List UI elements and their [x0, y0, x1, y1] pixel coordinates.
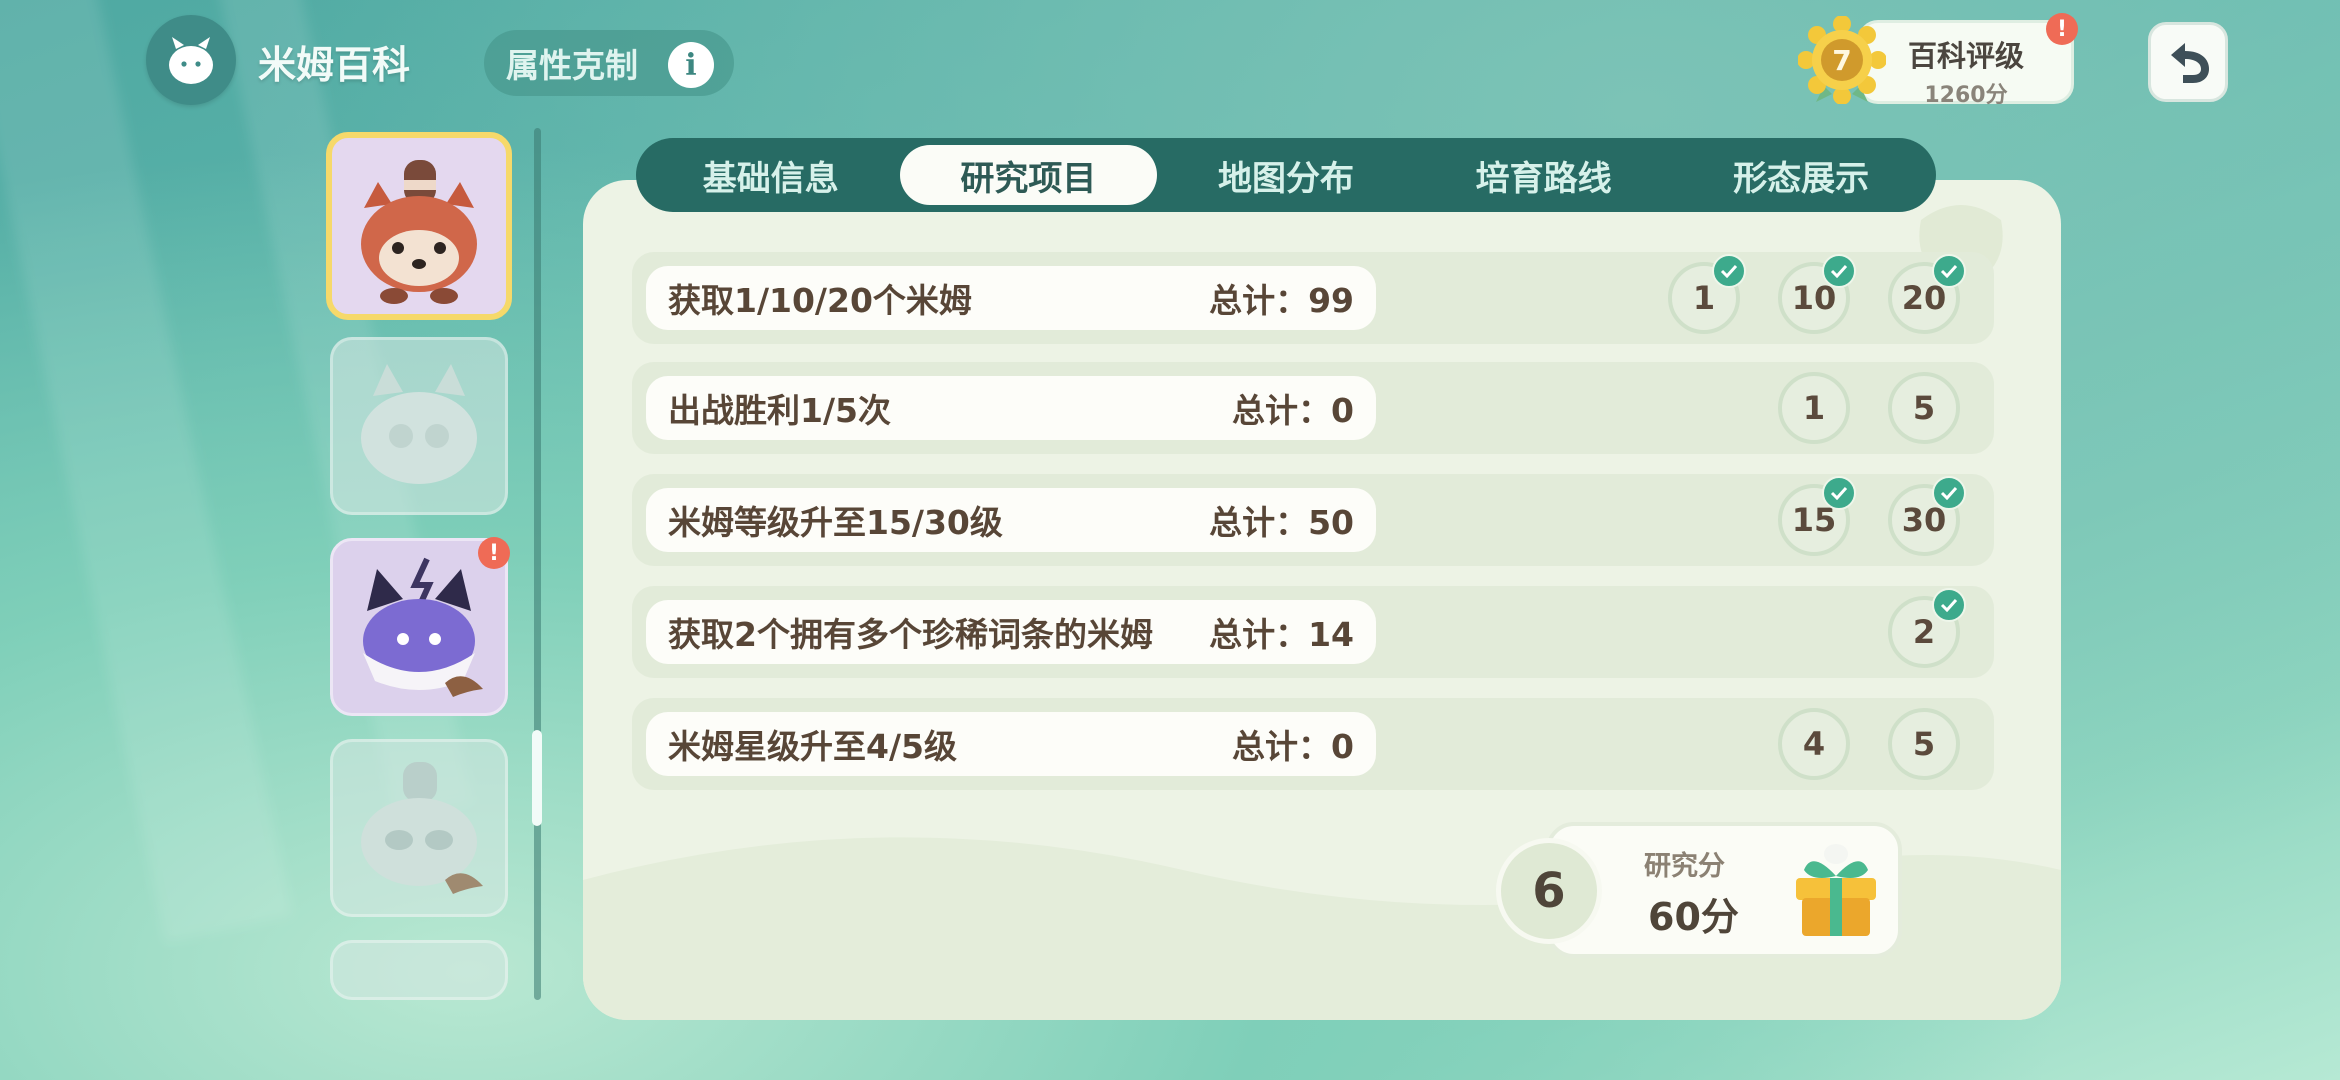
creature-list-scrollbar[interactable]	[534, 128, 541, 1000]
research-row: 出战胜利1/5次 总计：0 1 5	[632, 362, 1994, 454]
research-row: 获取2个拥有多个珍稀词条的米姆 总计：14 2	[632, 586, 1994, 678]
encyclopedia-rank-button[interactable]: 百科评级 1260分	[1858, 20, 2074, 108]
research-level-badge: 6	[1496, 838, 1602, 944]
research-points-label: 研究分	[1644, 851, 1725, 882]
creature-card-locked[interactable]	[330, 940, 508, 1000]
research-label: 米姆等级升至15/30级 总计：50	[646, 488, 1376, 552]
task-text: 米姆星级升至4/5级	[668, 727, 957, 766]
creature-card-locked[interactable]	[330, 739, 508, 917]
raccoon-creature-silhouette-icon	[361, 762, 483, 894]
task-text: 米姆等级升至15/30级	[668, 503, 1003, 542]
milestone-badge[interactable]: 30	[1888, 476, 1966, 556]
red-panda-creature-icon	[361, 160, 477, 304]
tab-research[interactable]: 研究项目	[899, 145, 1158, 205]
rank-medal-icon: 7	[1797, 15, 1887, 105]
tab-basic-info[interactable]: 基础信息	[642, 145, 900, 205]
creature-card-purple[interactable]	[330, 538, 508, 716]
task-total: 总计：99	[1209, 281, 1354, 320]
rank-alert-badge: !	[2046, 13, 2078, 45]
research-label: 米姆星级升至4/5级 总计：0	[646, 712, 1376, 776]
type-chart-button[interactable]: 属性克制 i	[484, 30, 734, 96]
milestone-badge[interactable]: 5	[1888, 708, 1960, 780]
page-title: 米姆百科	[258, 43, 411, 87]
research-label: 获取1/10/20个米姆 总计：99	[646, 266, 1376, 330]
task-text: 出战胜利1/5次	[668, 391, 891, 430]
scrollbar-thumb[interactable]	[532, 730, 542, 826]
check-icon	[1932, 476, 1966, 510]
tab-form-display[interactable]: 形态展示	[1672, 145, 1930, 205]
task-total: 总计：0	[1232, 727, 1354, 766]
research-row: 米姆等级升至15/30级 总计：50 15 30	[632, 474, 1994, 566]
research-label: 获取2个拥有多个珍稀词条的米姆 总计：14	[646, 600, 1376, 664]
app-logo-icon	[146, 15, 236, 105]
milestone-badge[interactable]: 1	[1778, 372, 1850, 444]
rank-title: 百科评级	[1907, 39, 2024, 73]
milestone-badge[interactable]: 15	[1778, 476, 1856, 556]
check-icon	[1932, 588, 1966, 622]
creature-alert-badge: !	[478, 537, 510, 569]
milestone-badge[interactable]: 1	[1668, 254, 1746, 334]
light-streak	[0, 0, 293, 943]
tab-bar: 基础信息 研究项目 地图分布 培育路线 形态展示	[636, 138, 1936, 212]
milestone-badge[interactable]: 2	[1888, 588, 1966, 668]
check-icon	[1822, 476, 1856, 510]
fox-creature-silhouette-icon	[361, 364, 477, 484]
task-total: 总计：14	[1209, 615, 1354, 654]
research-label: 出战胜利1/5次 总计：0	[646, 376, 1376, 440]
type-chart-label: 属性克制	[506, 46, 638, 85]
milestone-badge[interactable]: 10	[1778, 254, 1856, 334]
tab-map-distribution[interactable]: 地图分布	[1157, 145, 1415, 205]
task-total: 总计：50	[1209, 503, 1354, 542]
info-icon[interactable]: i	[668, 42, 714, 88]
milestone-badge[interactable]: 4	[1778, 708, 1850, 780]
back-arrow-icon	[2171, 43, 2209, 83]
milestone-badge[interactable]: 5	[1888, 372, 1960, 444]
rank-score: 1260分	[1924, 83, 2008, 108]
purple-cat-creature-icon	[363, 557, 483, 697]
tab-breeding-route[interactable]: 培育路线	[1415, 145, 1673, 205]
task-total: 总计：0	[1232, 391, 1354, 430]
rank-level: 7	[1832, 44, 1851, 77]
research-points-value: 60分	[1648, 895, 1739, 939]
check-icon	[1932, 254, 1966, 288]
check-icon	[1822, 254, 1856, 288]
research-row: 米姆星级升至4/5级 总计：0 4 5	[632, 698, 1994, 790]
gift-box-icon[interactable]	[1790, 840, 1882, 940]
check-icon	[1712, 254, 1746, 288]
research-row: 获取1/10/20个米姆 总计：99 1 10 20	[632, 252, 1994, 344]
task-text: 获取2个拥有多个珍稀词条的米姆	[668, 615, 1153, 654]
creature-card-selected[interactable]	[326, 132, 512, 320]
back-button[interactable]	[2148, 22, 2228, 102]
task-text: 获取1/10/20个米姆	[668, 281, 972, 320]
creature-card-locked[interactable]	[330, 337, 508, 515]
milestone-badge[interactable]: 20	[1888, 254, 1966, 334]
